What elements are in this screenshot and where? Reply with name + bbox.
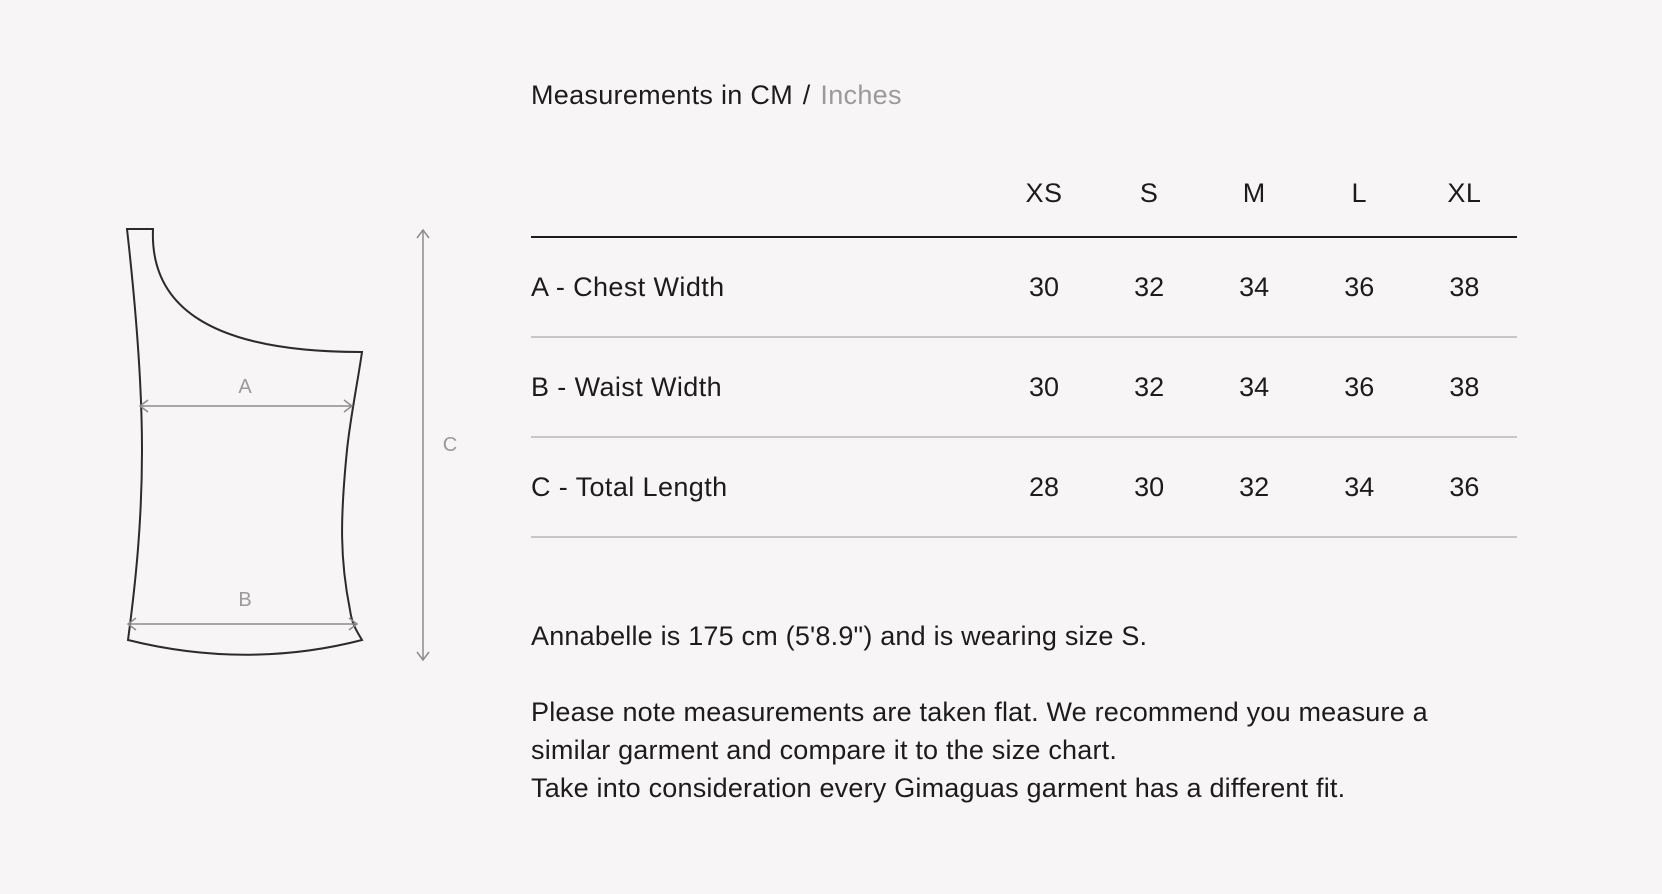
table-row-length: C - Total Length 28 30 32 34 36 — [531, 437, 1517, 538]
table-cell: 36 — [1411, 437, 1517, 538]
units-separator: / — [802, 80, 811, 110]
table-header-row: XS S M L XL — [531, 150, 1517, 238]
table-cell: 34 — [1306, 437, 1412, 538]
size-header-l: L — [1306, 150, 1412, 238]
table-cell: 28 — [991, 437, 1097, 538]
row-label: C - Total Length — [531, 437, 992, 538]
table-row-waist: B - Waist Width 30 32 34 36 38 — [531, 337, 1517, 438]
label-b: B — [238, 589, 251, 611]
fit-notes: Annabelle is 175 cm (5'8.9") and is wear… — [531, 617, 1511, 807]
units-toggle: Measurements in CM / Inches — [531, 80, 902, 111]
size-header-xl: XL — [1411, 150, 1517, 238]
table-cell: 38 — [1411, 337, 1517, 438]
row-label: B - Waist Width — [531, 337, 992, 438]
measurement-note-line-1: Please note measurements are taken flat.… — [531, 697, 1428, 727]
table-cell: 38 — [1411, 237, 1517, 338]
row-label: A - Chest Width — [531, 237, 992, 338]
label-a: A — [238, 376, 252, 398]
table-row-chest: A - Chest Width 30 32 34 36 38 — [531, 237, 1517, 338]
size-header-xs: XS — [991, 150, 1097, 238]
table-cell: 32 — [1096, 237, 1202, 338]
chest-width-guide — [138, 399, 354, 413]
table-cell: 32 — [1201, 437, 1307, 538]
table-cell: 34 — [1201, 337, 1307, 438]
model-size-note: Annabelle is 175 cm (5'8.9") and is wear… — [531, 621, 1148, 651]
total-length-guide — [416, 228, 430, 662]
size-chart-table: XS S M L XL A - Chest Width 30 32 34 36 … — [531, 150, 1517, 538]
size-header-s: S — [1096, 150, 1202, 238]
table-cell: 36 — [1306, 337, 1412, 438]
fit-note-line: Take into consideration every Gimaguas g… — [531, 773, 1346, 803]
measurement-note-line-2: similar garment and compare it to the si… — [531, 735, 1118, 765]
label-c: C — [443, 434, 457, 456]
table-cell: 32 — [1096, 337, 1202, 438]
table-cell: 30 — [991, 337, 1097, 438]
size-header-m: M — [1201, 150, 1307, 238]
units-inches-option[interactable]: Inches — [820, 80, 901, 110]
table-cell: 34 — [1201, 237, 1307, 338]
garment-diagram: A B C — [125, 228, 457, 662]
table-cell: 30 — [991, 237, 1097, 338]
table-cell: 36 — [1306, 237, 1412, 338]
header-blank — [531, 150, 992, 238]
waist-width-guide — [126, 617, 359, 631]
table-cell: 30 — [1096, 437, 1202, 538]
units-cm-option[interactable]: Measurements in CM — [531, 80, 793, 110]
